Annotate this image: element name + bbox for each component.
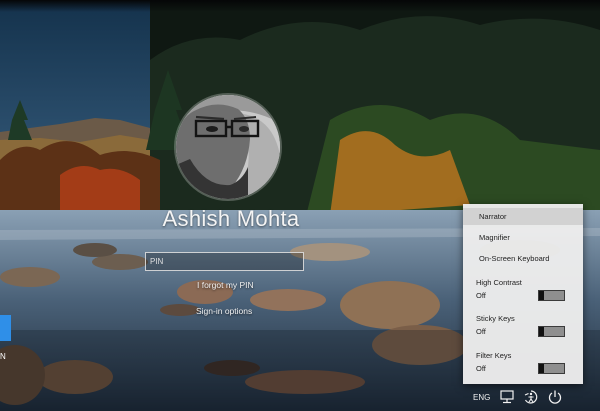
pin-input[interactable] bbox=[145, 252, 304, 271]
partial-blue-tile bbox=[0, 315, 11, 341]
high-contrast-toggle[interactable] bbox=[538, 290, 565, 301]
sticky-keys-label: Sticky Keys bbox=[476, 314, 515, 323]
filter-keys-label: Filter Keys bbox=[476, 351, 512, 360]
high-contrast-state: Off bbox=[476, 291, 486, 300]
screen-bezel-shadow bbox=[0, 0, 600, 12]
filter-keys-toggle[interactable] bbox=[538, 363, 565, 374]
user-avatar bbox=[176, 95, 280, 199]
toggle-knob bbox=[539, 327, 544, 336]
sticky-keys-setting: Sticky Keys Off bbox=[463, 314, 583, 338]
power-icon[interactable] bbox=[547, 389, 563, 405]
toggle-knob bbox=[539, 291, 544, 300]
ease-of-access-menu: Narrator Magnifier On-Screen Keyboard Hi… bbox=[463, 204, 583, 384]
sticky-keys-toggle[interactable] bbox=[538, 326, 565, 337]
sticky-keys-state: Off bbox=[476, 327, 486, 336]
menu-item-magnifier[interactable]: Magnifier bbox=[463, 231, 583, 245]
sign-in-options-link[interactable]: Sign-in options bbox=[196, 306, 252, 316]
forgot-pin-link[interactable]: I forgot my PIN bbox=[197, 280, 254, 290]
ease-of-access-icon[interactable] bbox=[523, 389, 539, 405]
menu-item-narrator[interactable]: Narrator bbox=[463, 208, 583, 225]
high-contrast-label: High Contrast bbox=[476, 278, 522, 287]
system-tray: ENG bbox=[473, 389, 600, 405]
partial-edge-text: N bbox=[0, 352, 6, 361]
filter-keys-state: Off bbox=[476, 364, 486, 373]
network-icon[interactable] bbox=[499, 389, 515, 405]
high-contrast-setting: High Contrast Off bbox=[463, 278, 583, 302]
toggle-knob bbox=[539, 364, 544, 373]
user-name: Ashish Mohta bbox=[162, 206, 300, 231]
menu-item-on-screen-keyboard[interactable]: On-Screen Keyboard bbox=[463, 252, 583, 266]
language-indicator[interactable]: ENG bbox=[473, 393, 490, 402]
filter-keys-setting: Filter Keys Off bbox=[463, 351, 583, 375]
